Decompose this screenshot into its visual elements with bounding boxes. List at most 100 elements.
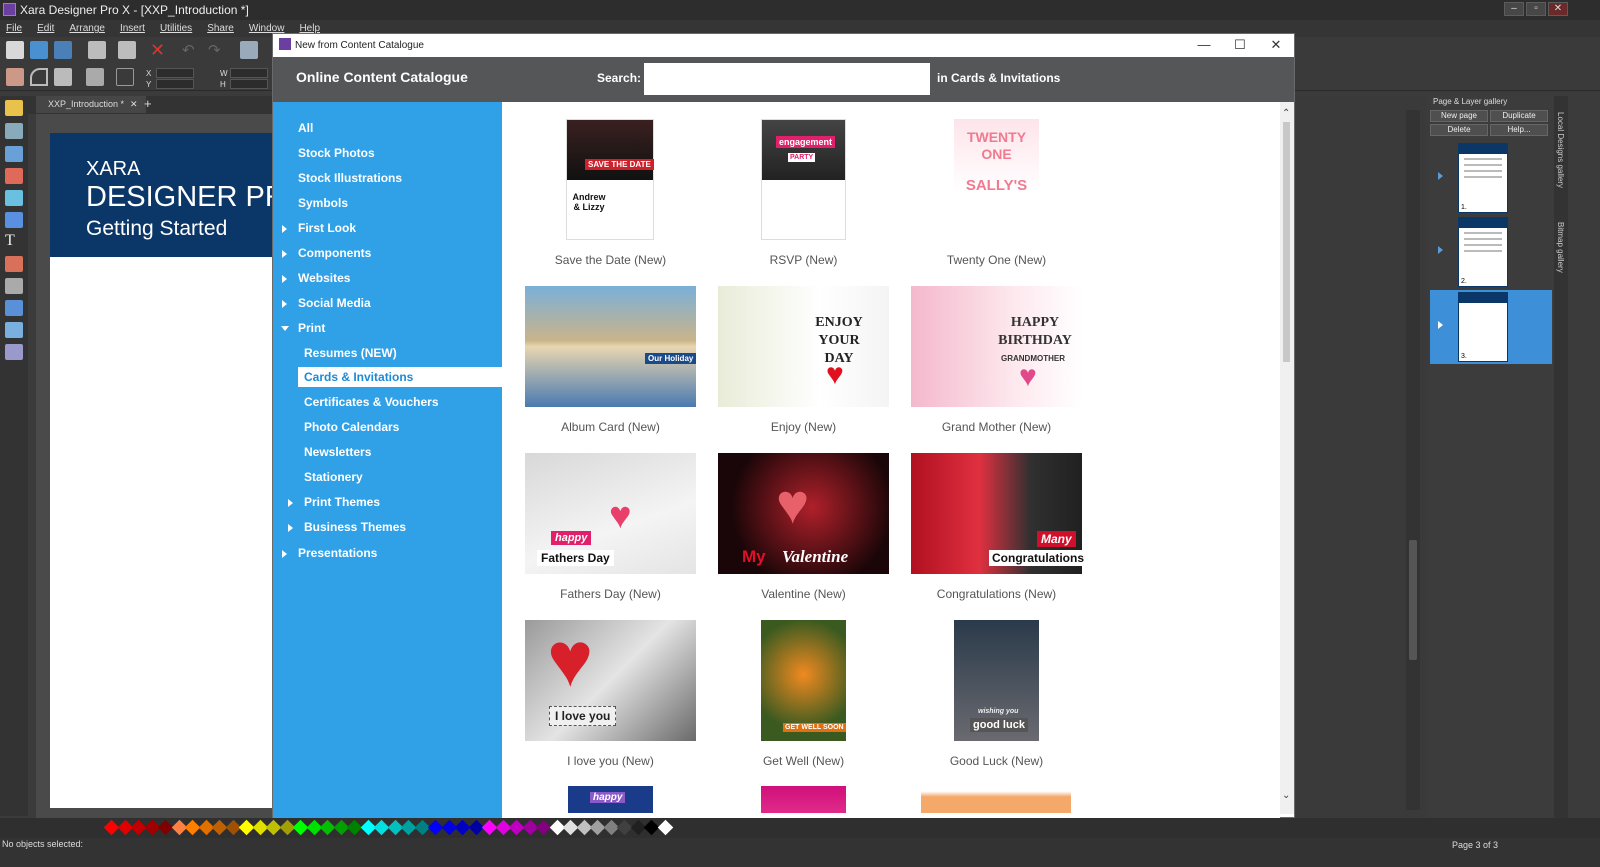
fill-tool-icon[interactable] — [5, 256, 23, 272]
page-thumbnail[interactable]: 3. — [1458, 292, 1508, 362]
bevel-tool-icon[interactable] — [5, 322, 23, 338]
nav-stock-illustrations[interactable]: Stock Illustrations — [298, 171, 402, 185]
w-field[interactable] — [230, 68, 268, 78]
template-thumbnail[interactable]: wishing you good luck — [954, 620, 1039, 741]
page-thumbnail[interactable]: 1. — [1458, 143, 1508, 213]
x-field[interactable] — [156, 68, 194, 78]
nav-print-themes[interactable]: Print Themes — [304, 495, 380, 509]
content-scroll-thumb[interactable] — [1283, 122, 1290, 362]
close-app-button[interactable]: ✕ — [1548, 2, 1568, 16]
fill-icon[interactable] — [54, 68, 72, 86]
import-icon[interactable] — [88, 41, 106, 59]
nav-presentations[interactable]: Presentations — [298, 546, 377, 560]
photo-tool-icon[interactable] — [5, 146, 23, 162]
search-input[interactable] — [644, 63, 930, 95]
dialog-maximize-button[interactable]: ☐ — [1224, 34, 1256, 57]
eraser-tool-icon[interactable] — [5, 168, 23, 184]
restore-button[interactable]: ▫ — [1526, 2, 1546, 16]
template-caption[interactable]: Twenty One (New) — [911, 253, 1082, 267]
nav-websites[interactable]: Websites — [298, 271, 350, 285]
template-thumbnail[interactable]: GET WELL SOON — [761, 620, 846, 741]
nav-symbols[interactable]: Symbols — [298, 196, 348, 210]
template-thumbnail[interactable]: ♥ happy Fathers Day — [525, 453, 696, 574]
transparency-tool-icon[interactable] — [5, 278, 23, 294]
template-caption[interactable]: Album Card (New) — [525, 420, 696, 434]
page-thumbnail[interactable]: 2. — [1458, 217, 1508, 287]
expand-icon[interactable] — [282, 225, 287, 233]
delete-page-button[interactable]: Delete — [1430, 124, 1488, 136]
curve-icon[interactable] — [30, 68, 48, 86]
grid-icon[interactable] — [116, 68, 134, 86]
new-page-button[interactable]: New page — [1430, 110, 1488, 122]
bitmap-gallery-tab[interactable]: Bitmap gallery — [1556, 222, 1565, 273]
template-caption[interactable]: Congratulations (New) — [911, 587, 1082, 601]
collapse-icon[interactable] — [281, 326, 289, 331]
template-caption[interactable]: Grand Mother (New) — [911, 420, 1082, 434]
h-field[interactable] — [230, 79, 268, 89]
menu-file[interactable]: File — [6, 23, 22, 34]
save-icon[interactable] — [54, 41, 72, 59]
y-field[interactable] — [156, 79, 194, 89]
dialog-minimize-button[interactable]: — — [1188, 34, 1220, 57]
expand-icon[interactable] — [282, 275, 287, 283]
template-thumbnail[interactable]: happy — [568, 786, 653, 813]
add-tab-icon[interactable]: + — [144, 96, 152, 111]
template-thumbnail[interactable]: Our Holiday — [525, 286, 697, 407]
expand-icon[interactable] — [282, 300, 287, 308]
expand-page-2-icon[interactable] — [1438, 246, 1443, 254]
open-icon[interactable] — [30, 41, 48, 59]
template-caption[interactable]: Save the Date (New) — [525, 253, 696, 267]
template-thumbnail[interactable]: SAVE THE DATE Andrew & Lizzy — [566, 119, 654, 240]
nav-resumes[interactable]: Resumes (NEW) — [304, 346, 397, 360]
expand-page-1-icon[interactable] — [1438, 172, 1443, 180]
zoom-tool-icon[interactable] — [5, 344, 23, 360]
template-thumbnail[interactable] — [761, 786, 846, 813]
redo-icon[interactable]: ↷ — [208, 41, 226, 59]
template-caption[interactable]: I love you (New) — [525, 754, 696, 768]
menu-utilities[interactable]: Utilities — [160, 23, 192, 34]
menu-share[interactable]: Share — [207, 23, 234, 34]
template-caption[interactable]: Get Well (New) — [718, 754, 889, 768]
template-caption[interactable]: Fathers Day (New) — [525, 587, 696, 601]
gallery-help-button[interactable]: Help... — [1490, 124, 1548, 136]
scroll-up-icon[interactable]: ⌃ — [1282, 108, 1290, 119]
minimize-button[interactable]: – — [1504, 2, 1524, 16]
template-caption[interactable]: Enjoy (New) — [718, 420, 889, 434]
nav-print[interactable]: Print — [298, 321, 325, 335]
nav-components[interactable]: Components — [298, 246, 371, 260]
expand-icon[interactable] — [282, 250, 287, 258]
selector-tool-icon[interactable] — [5, 100, 23, 116]
content-scrollbar[interactable]: ⌃ ⌄ — [1280, 102, 1294, 814]
canvas-vertical-scrollbar[interactable] — [1406, 110, 1420, 810]
template-caption[interactable]: Good Luck (New) — [911, 754, 1082, 768]
shadow-tool-icon[interactable] — [5, 300, 23, 316]
selector-options-icon[interactable] — [6, 68, 24, 86]
template-caption[interactable]: RSVP (New) — [718, 253, 889, 267]
nav-social-media[interactable]: Social Media — [298, 296, 371, 310]
expand-icon[interactable] — [288, 524, 293, 532]
text-tool-icon[interactable]: T — [5, 232, 23, 249]
expand-icon[interactable] — [282, 550, 287, 558]
document-tab[interactable]: XXP_Introduction * ✕ — [36, 96, 146, 113]
template-thumbnail[interactable]: ♥ My Valentine — [718, 453, 889, 574]
nav-all[interactable]: All — [298, 121, 313, 135]
zoom-fit-icon[interactable] — [240, 41, 258, 59]
nav-first-look[interactable]: First Look — [298, 221, 356, 235]
nav-stationery[interactable]: Stationery — [304, 470, 363, 484]
expand-icon[interactable] — [288, 499, 293, 507]
contour-tool-icon[interactable] — [5, 123, 23, 139]
delete-icon[interactable]: ✕ — [150, 41, 168, 59]
scroll-down-icon[interactable]: ⌄ — [1282, 790, 1290, 801]
duplicate-button[interactable]: Duplicate — [1490, 110, 1548, 122]
close-tab-icon[interactable]: ✕ — [130, 96, 138, 113]
expand-page-3-icon[interactable] — [1438, 321, 1443, 329]
template-thumbnail[interactable]: HAPPY BIRTHDAY GRANDMOTHER ♥ — [911, 286, 1082, 407]
canvas-scroll-thumb[interactable] — [1409, 540, 1417, 660]
nav-stock-photos[interactable]: Stock Photos — [298, 146, 375, 160]
nav-certificates-vouchers[interactable]: Certificates & Vouchers — [304, 395, 439, 409]
menu-arrange[interactable]: Arrange — [69, 23, 105, 34]
new-document-icon[interactable] — [6, 41, 24, 59]
nav-photo-calendars[interactable]: Photo Calendars — [304, 420, 399, 434]
rotate-icon[interactable] — [86, 68, 104, 86]
template-thumbnail[interactable] — [921, 786, 1071, 813]
